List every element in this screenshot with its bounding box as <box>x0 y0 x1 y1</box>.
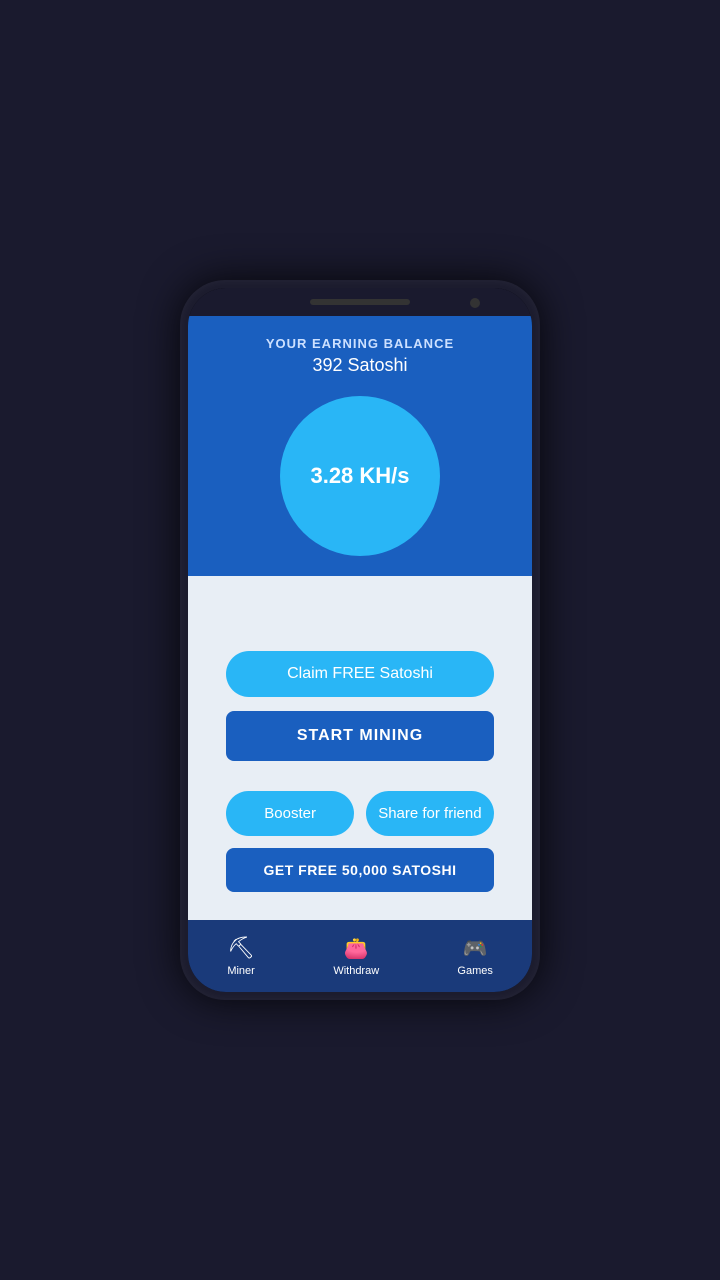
bottom-content: Claim FREE Satoshi START MINING Booster … <box>208 576 512 892</box>
notch <box>310 299 410 305</box>
nav-miner-label: Miner <box>227 965 255 977</box>
mining-speed: 3.28 KH/s <box>310 463 409 489</box>
app-screen: YOUR EARNING BALANCE 392 Satoshi 3.28 KH… <box>188 316 532 992</box>
start-mining-button[interactable]: START MINING <box>226 711 494 761</box>
balance-value: 392 Satoshi <box>312 355 407 376</box>
row-buttons: Booster Share for friend <box>226 791 494 836</box>
nav-miner[interactable]: Miner <box>227 935 255 977</box>
phone-screen: YOUR EARNING BALANCE 392 Satoshi 3.28 KH… <box>188 288 532 992</box>
nav-games[interactable]: Games <box>457 935 492 977</box>
wallet-icon <box>344 935 369 961</box>
phone-frame: YOUR EARNING BALANCE 392 Satoshi 3.28 KH… <box>180 280 540 1000</box>
pickaxe-icon <box>227 935 255 961</box>
claim-free-satoshi-button[interactable]: Claim FREE Satoshi <box>226 651 494 697</box>
status-bar <box>188 288 532 316</box>
camera <box>470 298 480 308</box>
nav-withdraw[interactable]: Withdraw <box>333 935 379 977</box>
booster-button[interactable]: Booster <box>226 791 354 836</box>
earning-balance-label: YOUR EARNING BALANCE <box>266 336 454 351</box>
get-free-satoshi-button[interactable]: GET FREE 50,000 SATOSHI <box>226 848 494 892</box>
share-friend-button[interactable]: Share for friend <box>366 791 494 836</box>
nav-withdraw-label: Withdraw <box>333 965 379 977</box>
bottom-section: Claim FREE Satoshi START MINING Booster … <box>188 576 532 920</box>
gamepad-icon <box>463 935 488 961</box>
bottom-nav: Miner Withdraw Games <box>188 920 532 992</box>
mining-circle: 3.28 KH/s <box>280 396 440 556</box>
nav-games-label: Games <box>457 965 492 977</box>
